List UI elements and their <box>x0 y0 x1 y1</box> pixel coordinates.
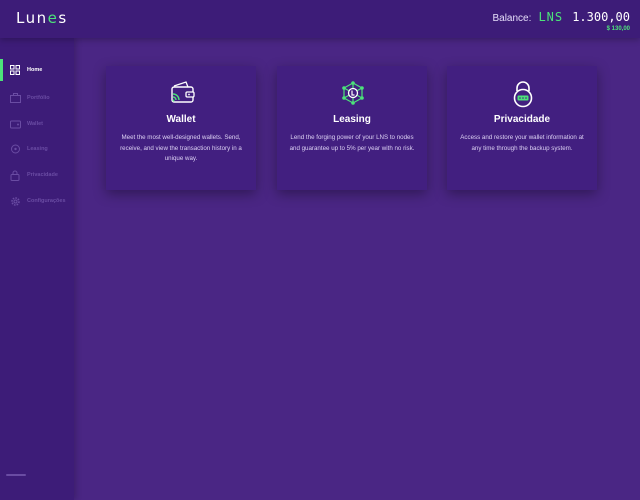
logo-text-start: Lun <box>16 9 48 27</box>
sidebar-item-privacidade[interactable]: Privacidade <box>0 164 74 186</box>
wallet-icon <box>9 118 21 130</box>
balance-currency: LNS <box>538 10 564 24</box>
sidebar-item-leasing[interactable]: Leasing <box>0 138 74 160</box>
card-title: Privacidade <box>493 114 551 125</box>
balance-display: Balance: LNS 1.300,00 $ 130,00 <box>492 10 630 32</box>
sidebar: Home Portfólio Wallet Leasing Privacidad… <box>0 38 74 500</box>
gear-icon <box>9 195 21 207</box>
top-bar: Lunes Balance: LNS 1.300,00 $ 130,00 <box>0 0 640 38</box>
logo-text-accent: e <box>47 9 59 27</box>
home-icon <box>9 64 21 76</box>
sidebar-item-home[interactable]: Home <box>0 59 74 81</box>
card-title: Leasing <box>333 114 371 125</box>
app-logo[interactable]: Lunes <box>16 9 68 27</box>
sidebar-item-label: Wallet <box>27 121 43 127</box>
card-description: Lend the forging power of your LNS to no… <box>289 134 415 152</box>
card-wallet[interactable]: Wallet Meet the most well-designed walle… <box>106 66 256 190</box>
lock-icon <box>9 169 21 181</box>
sidebar-item-portfolio[interactable]: Portfólio <box>0 87 74 109</box>
balance-label: Balance: <box>492 13 532 24</box>
padlock-icon <box>510 80 534 108</box>
card-description: Meet the most well-designed wallets. Sen… <box>120 134 242 162</box>
leasing-network-icon <box>340 80 364 105</box>
card-description: Access and restore your wallet informati… <box>460 134 584 152</box>
sidebar-item-label: Privacidade <box>27 172 58 178</box>
sidebar-item-label: Leasing <box>27 146 48 152</box>
sidebar-item-label: Configurações <box>27 198 66 204</box>
sidebar-item-configuracoes[interactable]: Configurações <box>0 190 74 212</box>
sidebar-item-label: Home <box>27 67 43 73</box>
card-title: Wallet <box>166 114 196 125</box>
sidebar-item-label: Portfólio <box>27 95 50 101</box>
logo-text-end: s <box>58 9 68 27</box>
card-privacidade[interactable]: Privacidade Access and restore your wall… <box>447 66 597 190</box>
portfolio-icon <box>9 92 21 104</box>
card-leasing[interactable]: Leasing Lend the forging power of your L… <box>277 66 427 190</box>
wallet-icon <box>169 80 195 104</box>
sidebar-item-wallet[interactable]: Wallet <box>0 113 74 135</box>
balance-amount: 1.300,00 <box>572 10 630 24</box>
sidebar-divider <box>6 474 26 476</box>
balance-usd: $ 130,00 <box>606 26 630 32</box>
leasing-icon <box>9 143 21 155</box>
